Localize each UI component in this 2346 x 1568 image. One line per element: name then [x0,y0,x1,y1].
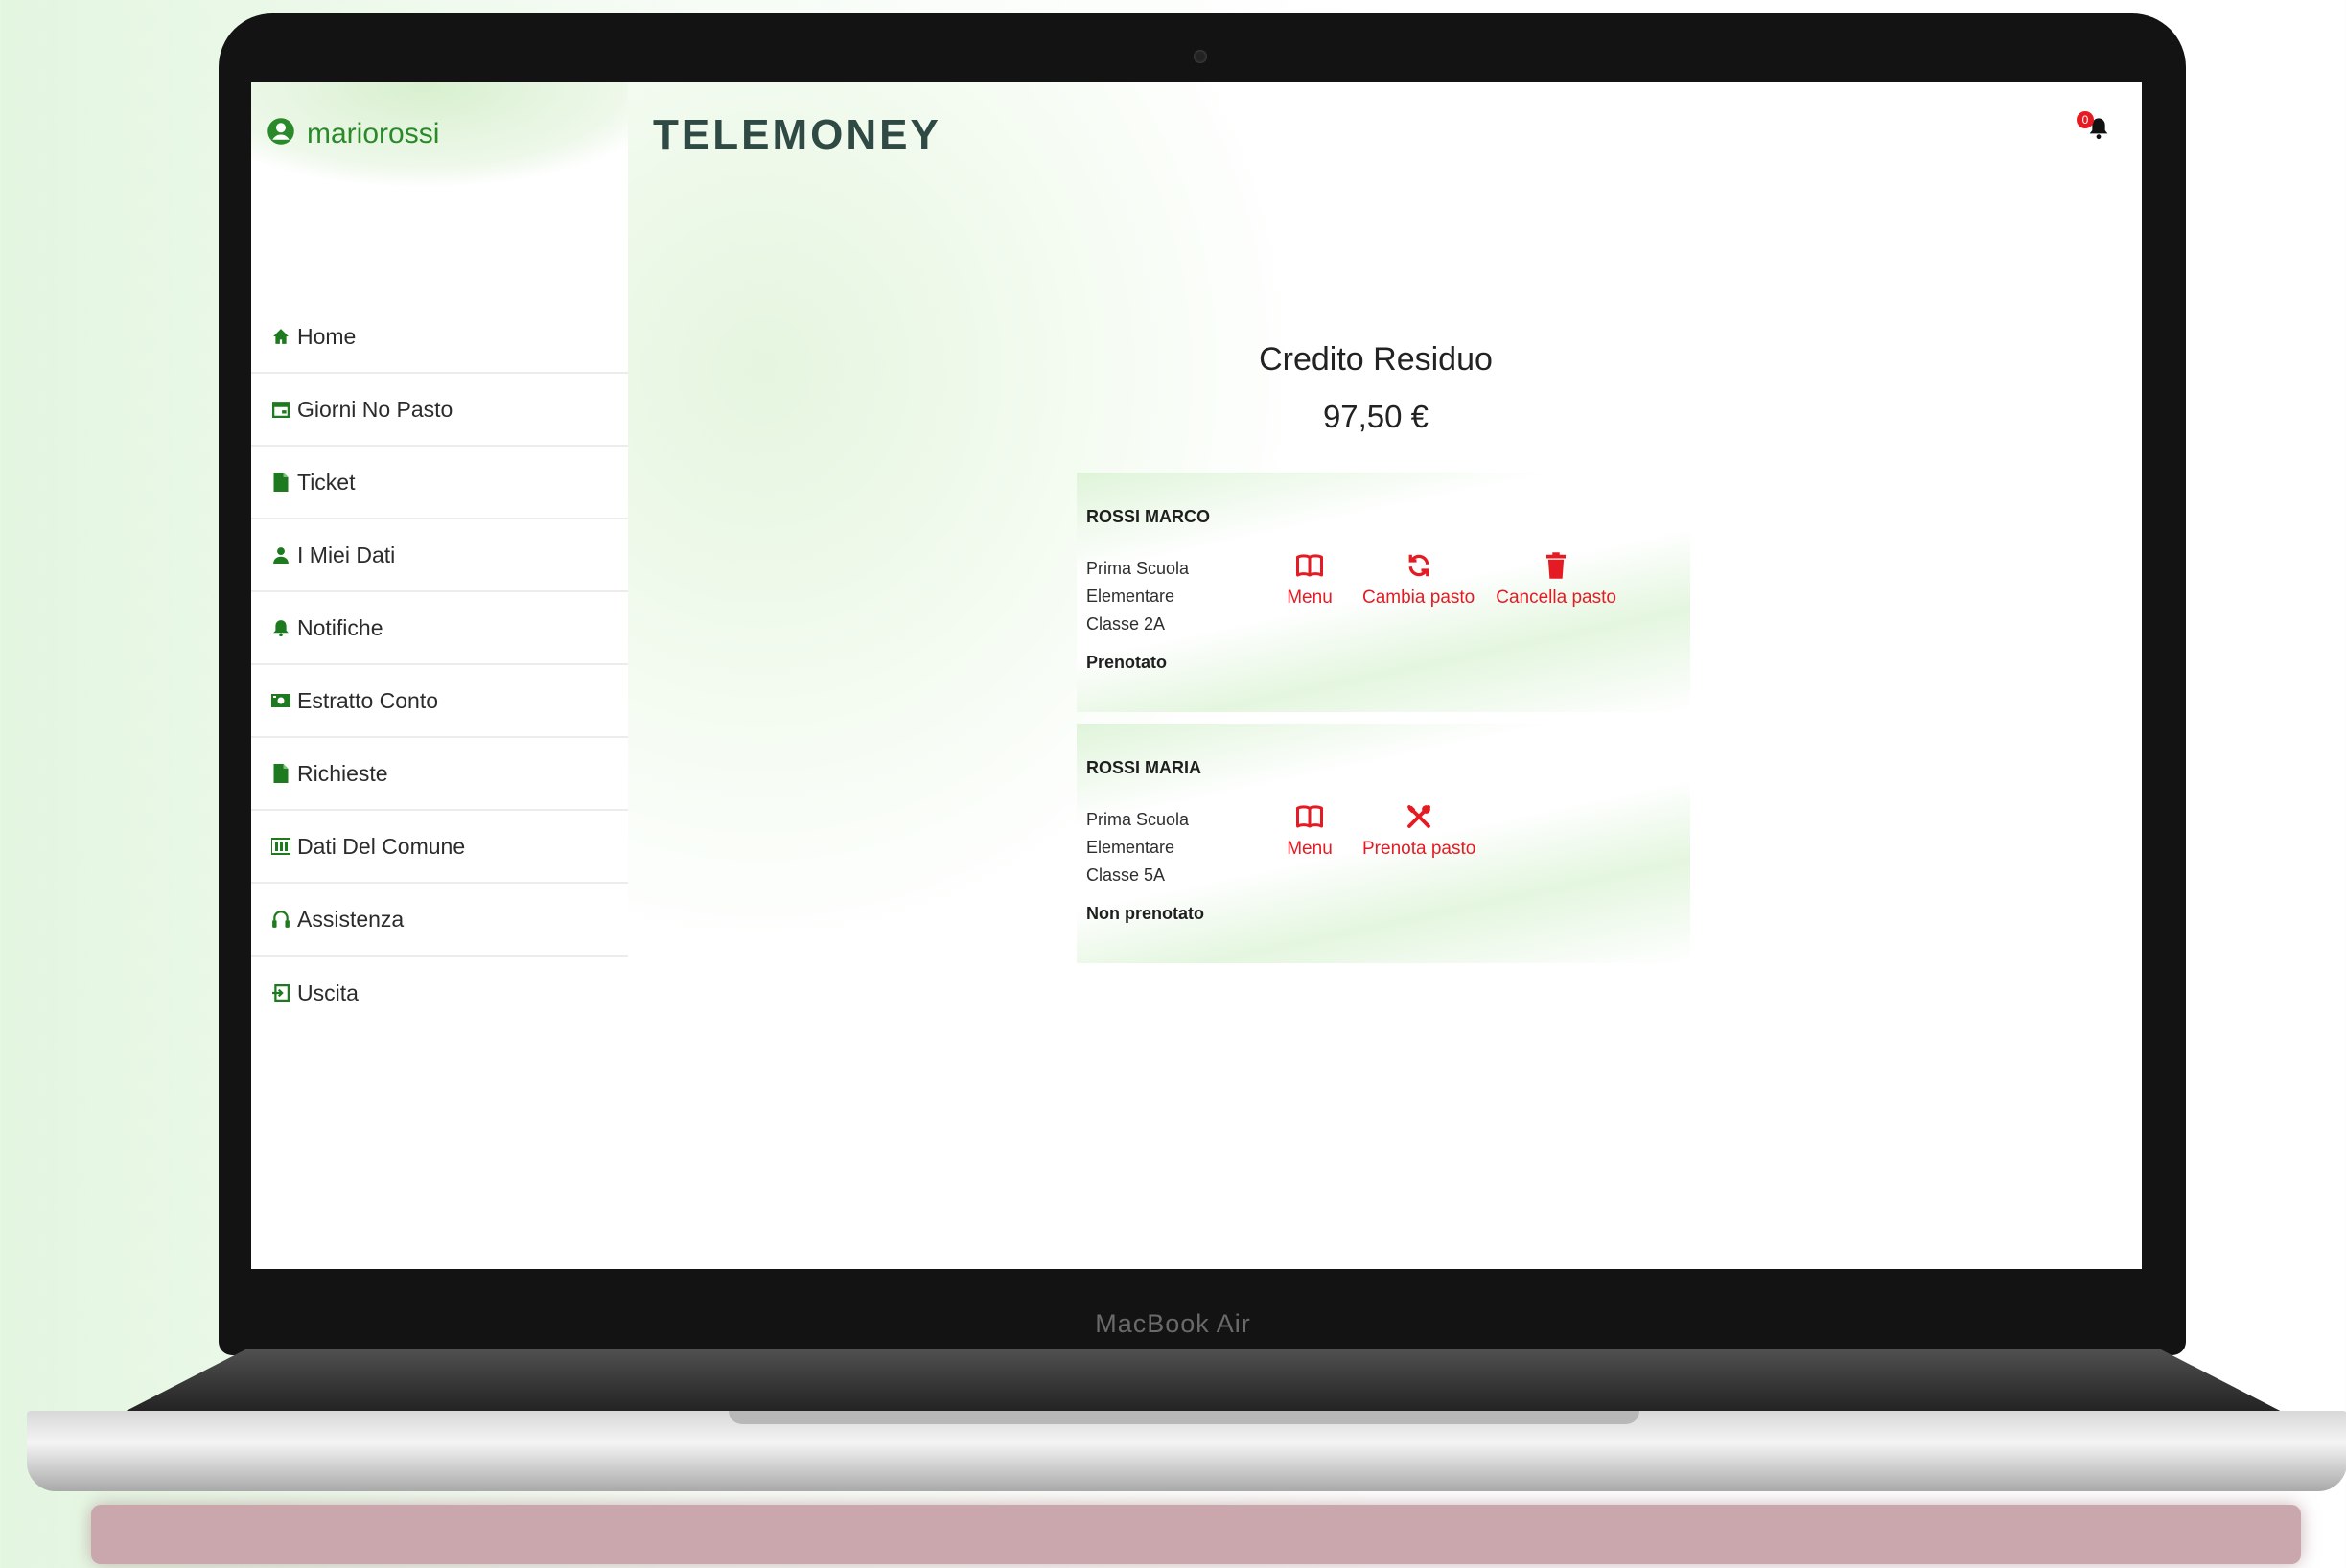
child-school: Prima Scuola Elementare Classe 5A [1086,806,1189,889]
sidebar-item-label: Ticket [297,469,356,495]
sidebar-item-label: Giorni No Pasto [297,396,453,422]
sidebar-item-label: Estratto Conto [297,687,439,713]
notification-count-badge: 0 [2077,111,2094,128]
sidebar-item-uscita[interactable]: Uscita [251,957,628,1029]
booking-status: Non prenotato [1086,904,1204,923]
child-card: ROSSI MARIA Prima Scuola Elementare Clas… [1077,724,1690,963]
sidebar-item-label: Notifiche [297,614,383,640]
child-card: ROSSI MARCO Prima Scuola Elementare Clas… [1077,473,1690,712]
money-icon [270,693,291,708]
sidebar-header-decoration [251,82,628,255]
sidebar-item-giorni-no-pasto[interactable]: Giorni No Pasto [251,374,628,447]
card-actions: Menu Prenota pasto [1278,802,1475,860]
action-label: Cambia pasto [1362,588,1475,608]
action-label: Prenota pasto [1362,839,1476,859]
sidebar-item-i-miei-dati[interactable]: I Miei Dati [251,519,628,592]
school-line: Prima Scuola [1086,810,1190,829]
cancella-pasto-button[interactable]: Cancella pasto [1496,551,1616,609]
headphones-icon [270,910,291,929]
notifications-button[interactable]: 0 [2077,111,2109,145]
sidebar-item-ticket[interactable]: Ticket [251,447,628,519]
school-line: Prima Scuola [1086,559,1190,578]
cutlery-icon [1407,805,1431,828]
action-label: Cancella pasto [1496,588,1616,608]
laptop-keyboard [115,1349,2291,1417]
home-icon [270,328,291,345]
brand-logo: TELEMONEY [653,111,941,158]
refresh-icon [1408,554,1429,577]
booking-status: Prenotato [1086,653,1168,672]
book-icon [1296,554,1323,577]
sidebar-item-label: Uscita [297,980,359,1005]
sidebar-item-label: Assistenza [297,906,405,932]
sidebar-nav: Home Giorni No Pasto Ticket I Miei Dati … [251,301,628,1029]
action-label: Menu [1287,588,1333,608]
file-icon [270,473,291,492]
app-screen: mariorossi Home Giorni No Pasto Ticket I… [251,82,2142,1269]
bell-icon [2088,118,2109,144]
logout-icon [270,984,291,1002]
user-profile[interactable]: mariorossi [267,117,439,150]
user-circle-icon [267,117,295,150]
action-label: Menu [1287,839,1333,859]
main-content: TELEMONEY 0 Credito Residuo 97,50 € ROSS… [628,82,2142,1269]
sidebar-item-label: Dati Del Comune [297,833,466,859]
sidebar-item-estratto-conto[interactable]: Estratto Conto [251,665,628,738]
school-line: Elementare [1086,838,1175,857]
username: mariorossi [307,117,440,150]
class-line: Classe 2A [1086,614,1166,634]
sidebar-item-label: Home [297,323,357,349]
file-icon [270,764,291,783]
bell-icon [270,619,291,636]
sidebar-item-label: Richieste [297,760,388,786]
cambia-pasto-button[interactable]: Cambia pasto [1362,551,1475,609]
sidebar: mariorossi Home Giorni No Pasto Ticket I… [251,82,628,1269]
sidebar-item-richieste[interactable]: Richieste [251,738,628,811]
prenota-pasto-button[interactable]: Prenota pasto [1362,802,1475,860]
card-actions: Menu Cambia pasto Cancella pasto [1278,551,1616,609]
user-icon [270,546,291,564]
credit-title: Credito Residuo [1259,341,1493,378]
child-name: ROSSI MARCO [1086,507,1211,526]
credit-value: 97,50 € [1322,399,1429,434]
sidebar-item-label: I Miei Dati [297,542,396,567]
class-line: Classe 5A [1086,865,1166,885]
child-school: Prima Scuola Elementare Classe 2A [1086,555,1189,638]
child-name: ROSSI MARIA [1086,758,1202,777]
book-icon [1296,805,1323,828]
device-model-label: MacBook Air [1095,1309,1251,1338]
menu-button[interactable]: Menu [1278,551,1341,609]
calendar-icon [270,401,291,418]
school-line: Elementare [1086,587,1175,606]
laptop-shadow [91,1505,2301,1564]
sidebar-item-notifiche[interactable]: Notifiche [251,592,628,665]
laptop-base-notch [729,1411,1639,1424]
menu-button[interactable]: Menu [1278,802,1341,860]
camera-icon [1194,50,1207,63]
sidebar-item-dati-del-comune[interactable]: Dati Del Comune [251,811,628,884]
sidebar-item-assistenza[interactable]: Assistenza [251,884,628,957]
sidebar-item-home[interactable]: Home [251,301,628,374]
building-icon [270,838,291,855]
trash-icon [1546,552,1567,579]
